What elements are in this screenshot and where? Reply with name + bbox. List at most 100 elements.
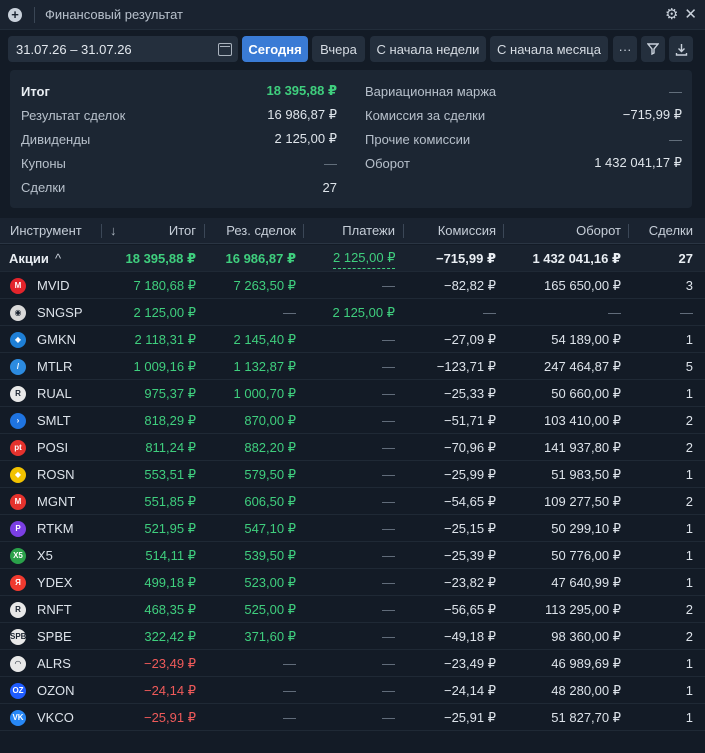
cell-deals: 2	[685, 602, 693, 617]
col-total[interactable]: Итог	[130, 218, 196, 244]
cell-payments: 2 125,00 ₽	[332, 305, 396, 320]
cell-payments: —	[382, 575, 395, 590]
col-deals-result[interactable]: Рез. сделок	[205, 218, 296, 244]
cell-turnover: 50 299,10 ₽	[551, 521, 621, 536]
cell-turnover: 165 650,00 ₽	[544, 278, 621, 293]
cell-turnover: 109 277,50 ₽	[544, 494, 621, 509]
summary-label: Результат сделок	[21, 107, 126, 123]
period-month-button[interactable]: С начала месяца	[490, 36, 608, 62]
calendar-icon[interactable]	[218, 42, 232, 56]
cell-deals: —	[680, 305, 693, 320]
col-divider	[303, 224, 304, 238]
cell-deals-result: 547,10 ₽	[244, 521, 296, 536]
table-row[interactable]: ◠ ALRS −23,49 ₽ — — −23,49 ₽ 46 989,69 ₽ 1	[0, 650, 705, 677]
plus-circle-icon[interactable]: +	[8, 7, 22, 22]
cell-turnover: 51 827,70 ₽	[551, 710, 621, 725]
cell-commission: −27,09 ₽	[443, 332, 496, 347]
cell-deals: 1	[685, 521, 693, 536]
filter-icon[interactable]	[641, 36, 665, 62]
instrument-logo-icon: OZ	[10, 683, 26, 699]
instrument-ticker: OZON	[37, 683, 75, 698]
cell-total: 811,24 ₽	[145, 440, 196, 455]
cell-payments: —	[382, 386, 395, 401]
table-row[interactable]: ◆ GMKN 2 118,31 ₽ 2 145,40 ₽ — −27,09 ₽ 54 189…	[0, 326, 705, 353]
table-row[interactable]: М MGNT 551,85 ₽ 606,50 ₽ — −54,65 ₽ 109 277,50…	[0, 488, 705, 515]
summary-value: 16 986,87 ₽	[267, 107, 337, 122]
close-icon[interactable]: ✕	[684, 6, 697, 23]
table-row[interactable]: pt POSI 811,24 ₽ 882,20 ₽ — −70,96 ₽ 141 937,8…	[0, 434, 705, 461]
table-row[interactable]: / MTLR 1 009,16 ₽ 1 132,87 ₽ — −123,71 ₽ 247 4…	[0, 353, 705, 380]
cell-payments: —	[382, 278, 395, 293]
instrument-logo-icon: R	[10, 602, 26, 618]
col-payments[interactable]: Платежи	[305, 218, 395, 244]
cell-deals: 2	[685, 494, 693, 509]
summary-label: Прочие комиссии	[365, 131, 471, 147]
cell-commission: −54,65 ₽	[443, 494, 496, 509]
table-row[interactable]: Я YDEX 499,18 ₽ 523,00 ₽ — −23,82 ₽ 47 640,99 …	[0, 569, 705, 596]
cell-total: 322,42 ₽	[144, 629, 196, 644]
cell-turnover: —	[608, 305, 621, 320]
instrument-logo-icon: pt	[10, 440, 26, 456]
table-row[interactable]: OZ OZON −24,14 ₽ — — −24,14 ₽ 48 280,00 ₽ 1	[0, 677, 705, 704]
table-row[interactable]: R RUAL 975,37 ₽ 1 000,70 ₽ — −25,33 ₽ 50 660,0…	[0, 380, 705, 407]
more-icon[interactable]: ···	[613, 36, 637, 62]
table-row[interactable]: SPB SPBE 322,42 ₽ 371,60 ₽ — −49,18 ₽ 98 360,0…	[0, 623, 705, 650]
cell-turnover: 48 280,00 ₽	[551, 683, 621, 698]
cell-turnover: 50 660,00 ₽	[551, 386, 621, 401]
instrument-ticker: X5	[37, 548, 53, 563]
cell-deals-result: —	[283, 305, 296, 320]
period-week-button[interactable]: С начала недели	[370, 36, 486, 62]
summary-label: Итог	[21, 83, 50, 99]
instrument-logo-icon: М	[10, 494, 26, 510]
summary-turnover: Оборот 1 432 041,17 ₽	[365, 153, 682, 173]
cell-commission: −49,18 ₽	[443, 629, 496, 644]
cell-payments: —	[382, 548, 395, 563]
date-range-value: 31.07.26 – 31.07.26	[16, 41, 132, 57]
table-row[interactable]: X5 X5 514,11 ₽ 539,50 ₽ — −25,39 ₽ 50 776,00 ₽…	[0, 542, 705, 569]
cell-payments: —	[382, 467, 395, 482]
table-header: Инструмент ↓ Итог Рез. сделок Платежи Ко…	[0, 218, 705, 244]
summary-panel: Итог 18 395,88 ₽ Результат сделок 16 986…	[10, 70, 692, 208]
group-total: 18 395,88 ₽	[125, 251, 197, 266]
cell-deals: 1	[685, 683, 693, 698]
table-row[interactable]: P RTKM 521,95 ₽ 547,10 ₽ — −25,15 ₽ 50 299,10 …	[0, 515, 705, 542]
group-payments[interactable]: 2 125,00 ₽	[333, 249, 396, 269]
col-divider	[628, 224, 629, 238]
period-yesterday-button[interactable]: Вчера	[312, 36, 365, 62]
cell-deals-result: 870,00 ₽	[244, 413, 296, 428]
date-range-input[interactable]: 31.07.26 – 31.07.26	[8, 36, 238, 62]
table-row[interactable]: › SMLT 818,29 ₽ 870,00 ₽ — −51,71 ₽ 103 410,00…	[0, 407, 705, 434]
col-divider	[403, 224, 404, 238]
table-row[interactable]: М MVID 7 180,68 ₽ 7 263,50 ₽ — −82,82 ₽ 165 65…	[0, 272, 705, 299]
group-deals-result: 16 986,87 ₽	[225, 251, 297, 266]
table-row[interactable]: ◆ ROSN 553,51 ₽ 579,50 ₽ — −25,99 ₽ 51 983,50 …	[0, 461, 705, 488]
summary-value: 2 125,00 ₽	[274, 131, 338, 146]
sort-arrow-icon[interactable]: ↓	[110, 218, 117, 244]
cell-turnover: 141 937,80 ₽	[544, 440, 621, 455]
gear-icon[interactable]: ⚙	[665, 6, 678, 23]
cell-total: 1 009,16 ₽	[133, 359, 197, 374]
cell-deals-result: 882,20 ₽	[244, 440, 296, 455]
instrument-logo-icon: X5	[10, 548, 26, 564]
instrument-ticker: GMKN	[37, 332, 76, 347]
group-commission: −715,99 ₽	[435, 251, 496, 266]
table-row[interactable]: VK VKCO −25,91 ₽ — — −25,91 ₽ 51 827,70 ₽ 1	[0, 704, 705, 731]
period-today-button[interactable]: Сегодня	[242, 36, 308, 62]
table-row[interactable]: ◉ SNGSP 2 125,00 ₽ — 2 125,00 ₽ — — —	[0, 299, 705, 326]
chevron-up-icon[interactable]: ^	[55, 245, 61, 272]
cell-payments: —	[382, 413, 395, 428]
col-deals[interactable]: Сделки	[630, 218, 693, 244]
instrument-logo-icon: ◆	[10, 332, 26, 348]
cell-payments: —	[382, 359, 395, 374]
col-instrument[interactable]: Инструмент	[10, 218, 82, 244]
cell-total: 7 180,68 ₽	[133, 278, 197, 293]
table-row[interactable]: R RNFT 468,35 ₽ 525,00 ₽ — −56,65 ₽ 113 295,00…	[0, 596, 705, 623]
col-commission[interactable]: Комиссия	[405, 218, 496, 244]
cell-deals-result: —	[283, 683, 296, 698]
col-turnover[interactable]: Оборот	[505, 218, 621, 244]
summary-variation-margin: Вариационная маржа —	[365, 81, 682, 101]
download-icon[interactable]	[669, 36, 693, 62]
group-row-stocks[interactable]: Акции ^ 18 395,88 ₽ 16 986,87 ₽ 2 125,00…	[0, 245, 705, 272]
col-divider	[101, 224, 102, 238]
instrument-ticker: MGNT	[37, 494, 76, 509]
